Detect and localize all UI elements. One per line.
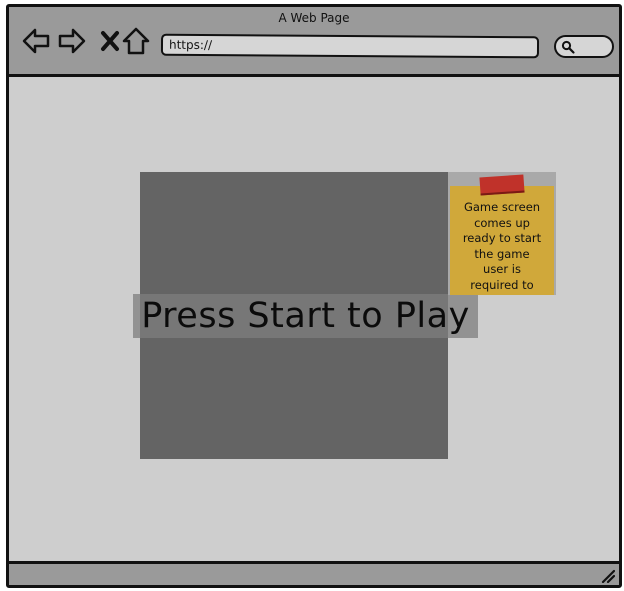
search-icon xyxy=(561,40,575,54)
home-icon[interactable] xyxy=(121,26,151,56)
address-bar[interactable]: https:// xyxy=(160,33,540,59)
resize-grip-icon[interactable] xyxy=(599,567,615,583)
status-bar xyxy=(9,561,619,585)
page-content: Press Start to Play Game screen comes up… xyxy=(9,77,619,565)
browser-toolbar: A Web Page https:// xyxy=(9,7,619,77)
search-button[interactable] xyxy=(554,35,614,58)
back-arrow-icon[interactable] xyxy=(21,26,51,56)
note-text: Game screen comes up ready to start the … xyxy=(462,200,542,292)
address-input[interactable]: https:// xyxy=(169,38,212,52)
browser-window: A Web Page https:// Press Start to Play xyxy=(6,4,622,588)
note-tape xyxy=(479,174,525,196)
start-prompt[interactable]: Press Start to Play xyxy=(133,294,478,338)
window-title: A Web Page xyxy=(278,11,350,25)
sticky-note: Game screen comes up ready to start the … xyxy=(448,172,556,295)
forward-arrow-icon[interactable] xyxy=(57,26,87,56)
